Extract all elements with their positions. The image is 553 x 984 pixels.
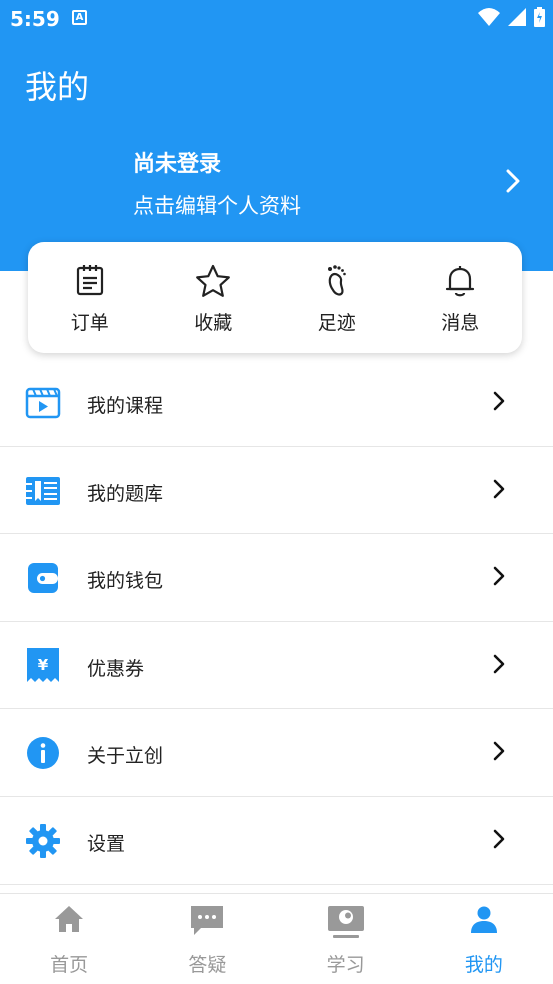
- menu-item-coupons[interactable]: ¥ 优惠券: [0, 622, 553, 710]
- tab-home[interactable]: 首页: [0, 894, 138, 984]
- profile-card[interactable]: 尚未登录 点击编辑个人资料: [0, 140, 553, 230]
- quick-action-label: 足迹: [317, 312, 356, 334]
- tab-label: 答疑: [188, 954, 227, 976]
- video-course-icon: [25, 387, 61, 419]
- menu-item-about[interactable]: 关于立创: [0, 709, 553, 797]
- quick-action-label: 订单: [70, 312, 109, 334]
- menu-item-label: 我的题库: [87, 482, 164, 505]
- status-bar: 5:59 A: [0, 0, 553, 36]
- quick-action-label: 消息: [441, 312, 480, 334]
- footprint-icon: [327, 265, 346, 296]
- menu-item-question-bank[interactable]: 我的题库: [0, 447, 553, 535]
- person-icon: [470, 906, 497, 933]
- info-icon: [27, 737, 59, 770]
- quick-actions-card: 订单 收藏 足迹 消息: [28, 242, 522, 353]
- study-icon: [327, 906, 364, 938]
- chevron-right-icon: [493, 654, 505, 674]
- status-time: 5:59: [10, 7, 60, 31]
- header-background: [0, 0, 553, 271]
- question-bank-icon: [26, 476, 60, 505]
- bell-icon: [446, 266, 475, 297]
- page-title: 我的: [25, 68, 90, 106]
- menu-item-label: 关于立创: [87, 745, 164, 768]
- a-icon: A: [72, 10, 87, 25]
- chevron-right-icon: [493, 479, 505, 498]
- settings-icon: [26, 823, 60, 858]
- profile-edit-hint: 点击编辑个人资料: [133, 194, 301, 218]
- menu-item-settings[interactable]: 设置: [0, 797, 553, 885]
- tab-label: 我的: [464, 954, 503, 976]
- chevron-right-icon: [493, 391, 505, 411]
- quick-action-favorites[interactable]: 收藏: [152, 242, 276, 353]
- tab-qa[interactable]: 答疑: [138, 894, 276, 984]
- chevron-right-icon: [493, 829, 505, 849]
- tab-study[interactable]: 学习: [277, 894, 415, 984]
- signal-icon: [508, 8, 526, 26]
- menu-item-label: 优惠券: [87, 657, 145, 680]
- clipboard-icon: [76, 265, 103, 296]
- quick-action-orders[interactable]: 订单: [28, 242, 152, 353]
- menu-list: 我的课程 我的题库 我的钱包 ¥ 优惠券 关于立创 设置: [0, 359, 553, 885]
- tab-label: 首页: [50, 954, 89, 976]
- quick-action-label: 收藏: [194, 312, 233, 334]
- chevron-right-icon: [493, 566, 505, 586]
- quick-action-messages[interactable]: 消息: [399, 242, 523, 353]
- profile-name: 尚未登录: [133, 152, 222, 177]
- home-icon: [55, 906, 84, 932]
- wifi-icon: [478, 8, 500, 26]
- star-icon: [196, 264, 231, 297]
- tab-mine[interactable]: 我的: [415, 894, 553, 984]
- chat-icon: [191, 906, 224, 935]
- tab-label: 学习: [326, 954, 365, 976]
- coupon-icon: ¥: [27, 647, 59, 682]
- svg-text:¥: ¥: [38, 656, 49, 674]
- bottom-tab-bar: 首页 答疑 学习 我的: [0, 893, 553, 984]
- menu-item-label: 我的课程: [87, 395, 164, 417]
- chevron-right-icon: [493, 742, 505, 761]
- menu-item-my-courses[interactable]: 我的课程: [0, 359, 553, 447]
- menu-item-label: 设置: [87, 832, 126, 855]
- menu-item-wallet[interactable]: 我的钱包: [0, 534, 553, 622]
- battery-icon: [534, 7, 545, 27]
- menu-item-label: 我的钱包: [87, 570, 164, 593]
- wallet-icon: [28, 563, 58, 594]
- chevron-right-icon[interactable]: [505, 168, 521, 194]
- quick-action-footprints[interactable]: 足迹: [275, 242, 399, 353]
